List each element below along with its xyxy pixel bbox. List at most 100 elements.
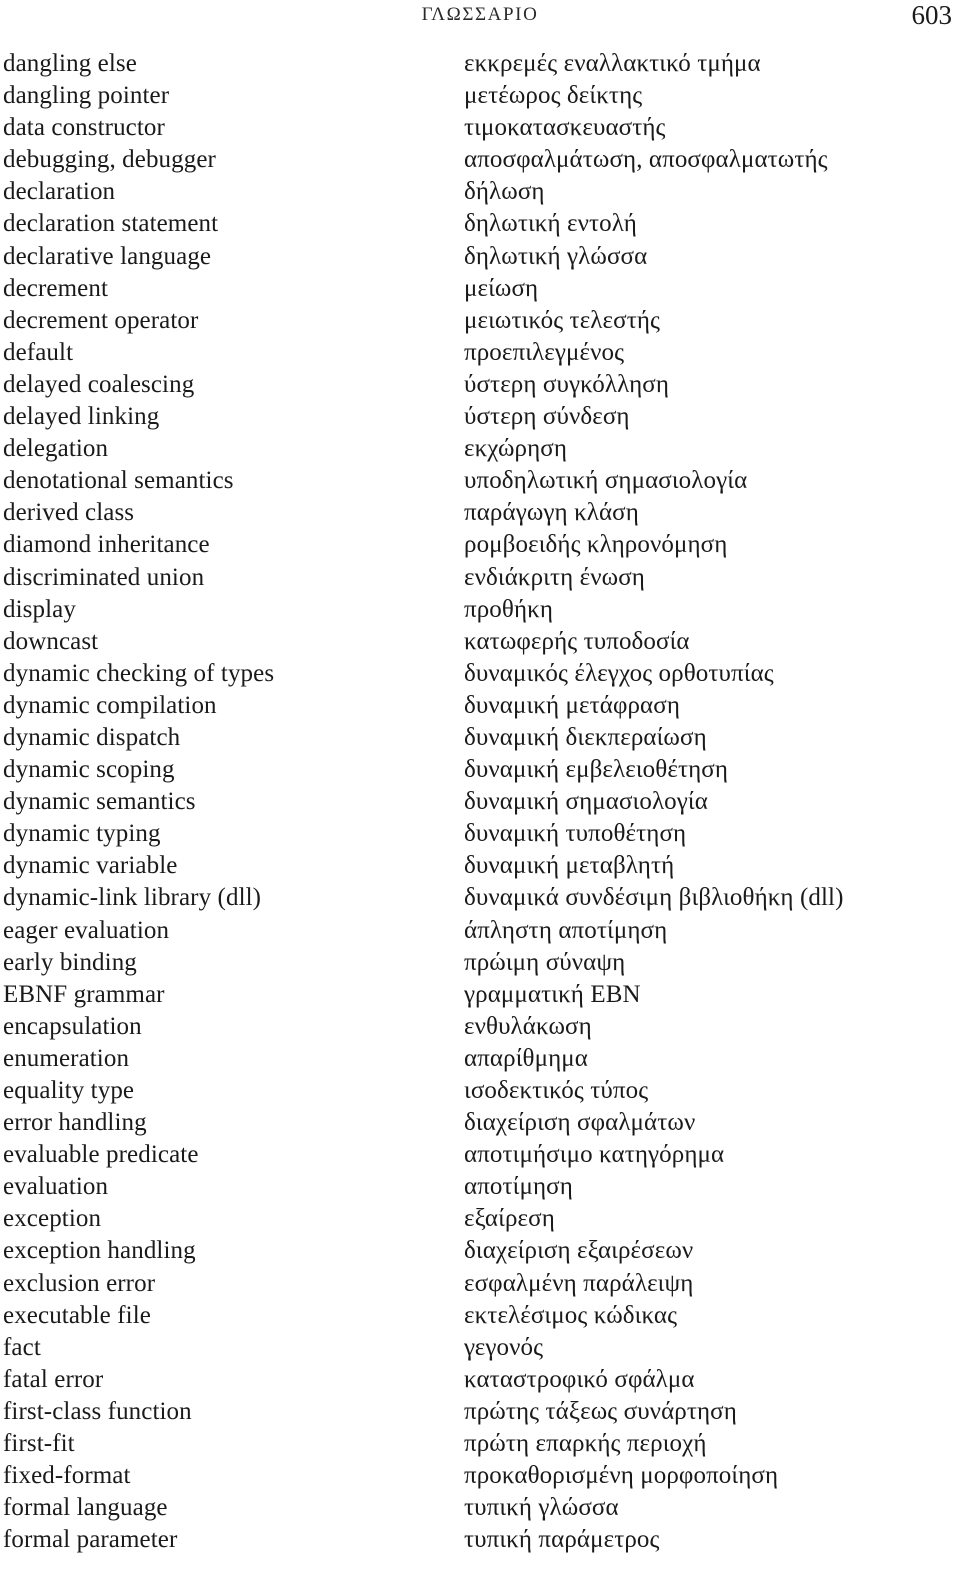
glossary-term-el: δυναμικός έλεγχος ορθοτυπίας (464, 659, 774, 687)
glossary-term-en: delegation (3, 435, 109, 463)
glossary-term-el: υποδηλωτική σημασιολογία (464, 467, 748, 495)
glossary-entry: derived class παράγωγη κλάση (0, 497, 960, 529)
glossary-entry: display προθήκη (0, 594, 960, 626)
glossary-term-en: dynamic scoping (3, 756, 175, 784)
glossary-term-el: προθήκη (464, 595, 554, 623)
running-head: ΓΛΩΣΣΑΡΙΟ (421, 4, 539, 25)
glossary-entry: evaluation αποτίμηση (0, 1171, 960, 1203)
glossary-term-en: debugging, debugger (3, 146, 216, 174)
glossary-term-en: dangling pointer (3, 82, 170, 110)
glossary-term-el: εκτελέσιμος κώδικας (464, 1301, 678, 1329)
glossary-term-en: delayed coalescing (3, 370, 195, 398)
glossary-term-el: ύστερη συγκόλληση (464, 370, 669, 398)
glossary-term-en: dynamic semantics (3, 788, 196, 816)
glossary-term-en: evaluable predicate (3, 1141, 199, 1169)
glossary-entry: dangling else εκκρεμές εναλλακτικό τμήμα (0, 48, 960, 80)
glossary-term-el: ενθυλάκωση (464, 1012, 592, 1040)
glossary-entry: declarative language δηλωτική γλώσσα (0, 241, 960, 273)
glossary-term-el: εσφαλμένη παράλειψη (464, 1269, 694, 1297)
glossary-page: ΓΛΩΣΣΑΡΙΟ 603 dangling else εκκρεμές εναλ… (0, 0, 960, 1583)
glossary-term-en: dangling else (3, 50, 137, 77)
glossary-term-el: τυπική γλώσσα (464, 1494, 619, 1522)
glossary-term-en: downcast (3, 627, 99, 655)
glossary-entry: first-fit πρώτη επαρκής περιοχή (0, 1428, 960, 1460)
glossary-term-en: delayed linking (3, 403, 160, 431)
glossary-term-el: τυπική παράμετρος (464, 1526, 660, 1554)
glossary-entry: enumeration απαρίθμημα (0, 1043, 960, 1075)
glossary-entry: first-class function πρώτης τάξεως συνάρτ… (0, 1396, 960, 1428)
glossary-entry: dynamic scoping δυναμική εμβελειοθέτηση (0, 754, 960, 786)
glossary-term-en: dynamic dispatch (3, 723, 181, 751)
glossary-term-en: first-class function (3, 1397, 192, 1425)
glossary-term-el: πρώιμη σύναψη (464, 948, 626, 976)
glossary-entry: decrement operator μειωτικός τελεστής (0, 305, 960, 337)
glossary-term-el: εκκρεμές εναλλακτικό τμήμα (464, 50, 761, 77)
glossary-term-en: declaration (3, 178, 116, 206)
glossary-term-el: ισοδεκτικός τύπος (464, 1077, 649, 1104)
glossary-term-en: first-fit (3, 1430, 75, 1458)
glossary-entry: declaration δήλωση (0, 176, 960, 208)
glossary-entry: declaration statement δηλωτική εντολή (0, 208, 960, 240)
glossary-entry: fact γεγονός (0, 1332, 960, 1364)
glossary-term-el: κατωφερής τυποδοσία (464, 627, 690, 655)
glossary-entry: executable file εκτελέσιμος κώδικας (0, 1300, 960, 1332)
glossary-entry: EBNF grammar γραμματική EBN (0, 979, 960, 1011)
glossary-entry: dynamic-link library (dll) δυναμικά συνδέ… (0, 882, 960, 914)
page-number: 603 (911, 0, 953, 30)
glossary-term-en: dynamic typing (3, 820, 161, 848)
glossary-term-en: default (3, 338, 74, 366)
glossary-term-el: δυναμικά συνδέσιμη βιβλιοθήκη (dll) (464, 884, 844, 912)
glossary-term-el: καταστροφικό σφάλμα (464, 1365, 695, 1393)
glossary-entry: discriminated union ενδιάκριτη ένωση (0, 562, 960, 594)
glossary-entry: exception εξαίρεση (0, 1203, 960, 1235)
glossary-entry: exception handling διαχείριση εξαιρέσεων (0, 1235, 960, 1267)
glossary-term-el: τιμοκατασκευαστής (464, 114, 666, 142)
glossary-term-el: άπληστη αποτίμηση (464, 916, 668, 944)
glossary-term-el: διαχείριση σφαλμάτων (464, 1109, 696, 1137)
glossary-term-el: μείωση (464, 274, 539, 302)
glossary-term-en: eager evaluation (3, 916, 170, 944)
glossary-term-el: εξαίρεση (464, 1205, 555, 1233)
glossary-term-el: μειωτικός τελεστής (464, 306, 661, 334)
glossary-term-en: data constructor (3, 114, 165, 142)
glossary-entry: evaluable predicate αποτιμήσιμο κατηγόρημ… (0, 1139, 960, 1171)
glossary-term-en: fact (3, 1333, 41, 1361)
glossary-term-el: δυναμική μετάφραση (464, 691, 681, 719)
glossary-term-el: δυναμική τυποθέτηση (464, 820, 687, 848)
glossary-entry: dynamic semantics δυναμική σημασιολογία (0, 786, 960, 818)
glossary-entry: debugging, debugger αποσφαλμάτωση, αποσφα… (0, 144, 960, 176)
glossary-entry: default προεπιλεγμένος (0, 337, 960, 369)
glossary-term-en: discriminated union (3, 563, 205, 591)
glossary-term-en: equality type (3, 1077, 135, 1104)
glossary-entry: dangling pointer μετέωρος δείκτης (0, 80, 960, 112)
glossary-term-en: dynamic compilation (3, 691, 217, 719)
glossary-entry: delayed linking ύστερη σύνδεση (0, 401, 960, 433)
glossary-term-en: display (3, 595, 76, 623)
glossary-term-el: προεπιλεγμένος (464, 338, 625, 366)
glossary-term-en: exclusion error (3, 1269, 156, 1297)
glossary-term-en: executable file (3, 1301, 151, 1329)
glossary-entry-list: dangling else εκκρεμές εναλλακτικό τμήμα d… (0, 48, 960, 1556)
glossary-term-el: δηλωτική γλώσσα (464, 242, 648, 270)
glossary-term-el: δυναμική εμβελειοθέτηση (464, 756, 729, 784)
glossary-term-en: evaluation (3, 1173, 109, 1201)
glossary-term-el: γραμματική EBN (464, 980, 641, 1008)
glossary-term-en: fixed-format (3, 1462, 131, 1490)
glossary-entry: data constructor τιμοκατασκευαστής (0, 112, 960, 144)
glossary-entry: exclusion error εσφαλμένη παράλειψη (0, 1268, 960, 1300)
glossary-term-en: decrement (3, 274, 109, 302)
glossary-entry: dynamic dispatch δυναμική διεκπεραίωση (0, 722, 960, 754)
glossary-term-en: formal language (3, 1494, 168, 1522)
glossary-term-el: ενδιάκριτη ένωση (464, 563, 645, 591)
glossary-entry: error handling διαχείριση σφαλμάτων (0, 1107, 960, 1139)
glossary-term-el: εκχώρηση (464, 435, 567, 463)
glossary-term-el: δυναμική διεκπεραίωση (464, 723, 707, 751)
glossary-term-en: diamond inheritance (3, 531, 210, 559)
glossary-term-el: μετέωρος δείκτης (464, 82, 643, 110)
glossary-term-el: προκαθορισμένη μορφοποίηση (464, 1462, 779, 1490)
glossary-term-el: δυναμική μεταβλητή (464, 852, 675, 880)
glossary-term-el: δήλωση (464, 178, 545, 206)
glossary-entry: formal language τυπική γλώσσα (0, 1492, 960, 1524)
glossary-entry: dynamic checking of types δυναμικός έλεγχ… (0, 658, 960, 690)
glossary-entry: dynamic typing δυναμική τυποθέτηση (0, 818, 960, 850)
